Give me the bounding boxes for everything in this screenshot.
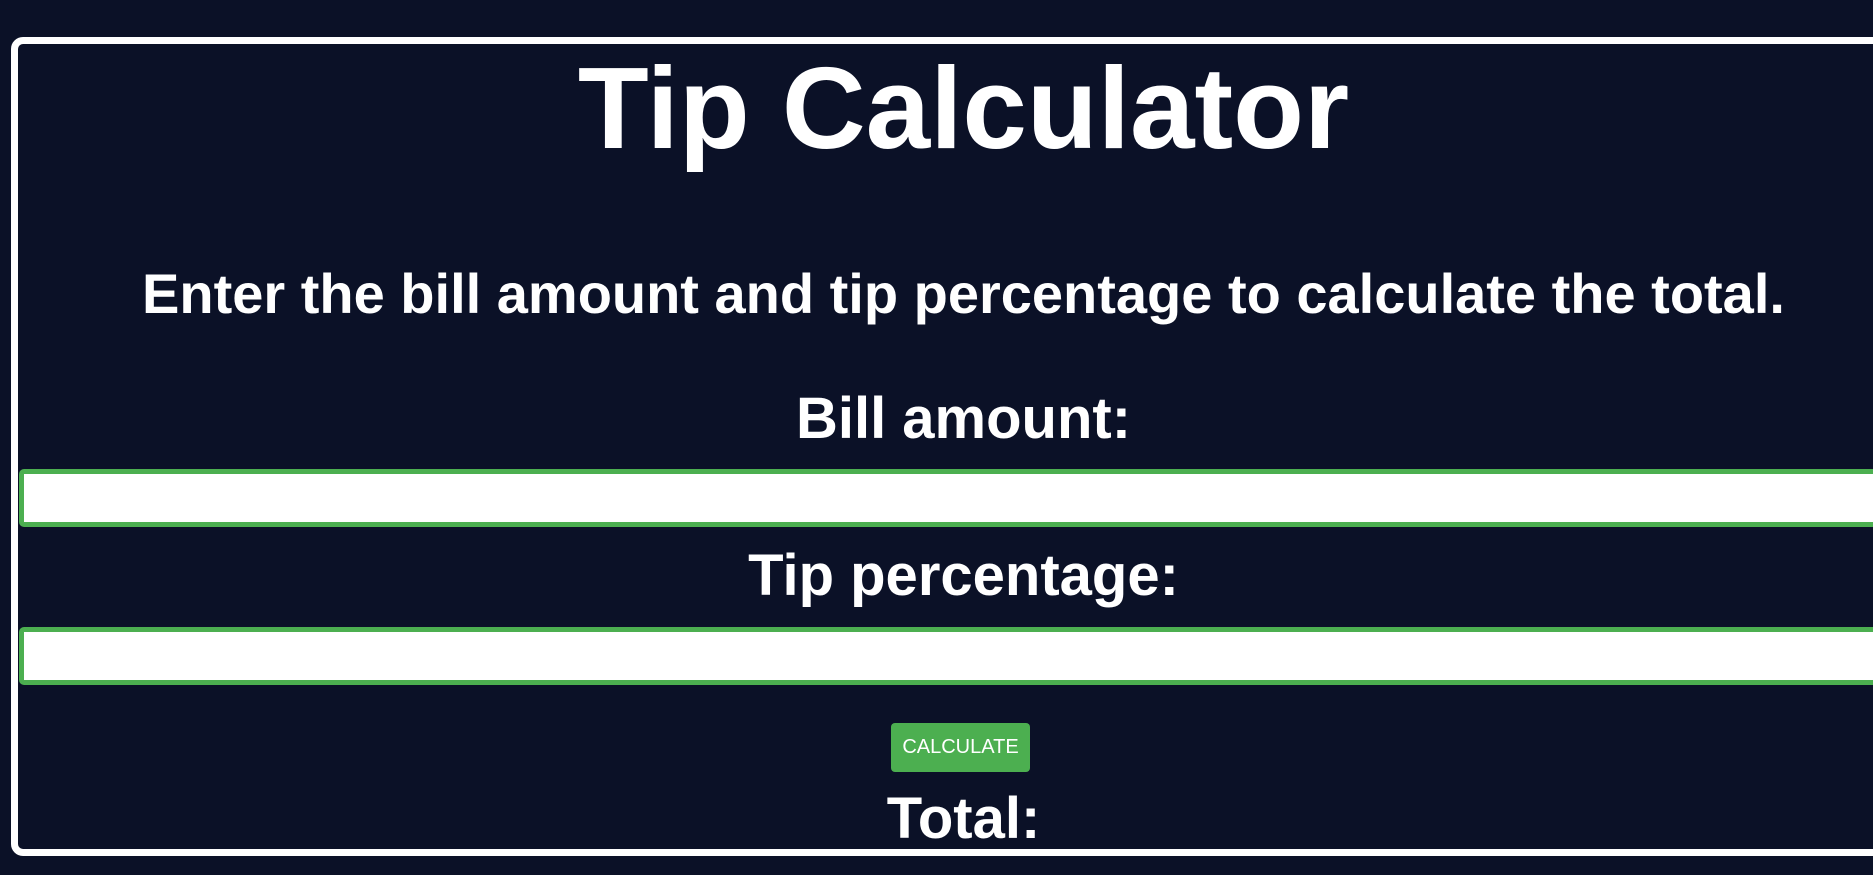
calculate-button[interactable]: CALCULATE [891, 723, 1030, 772]
tip-percentage-label: Tip percentage: [748, 543, 1179, 608]
tip-percentage-input[interactable] [19, 627, 1873, 685]
total-label: Total: [886, 786, 1041, 851]
instructions-text: Enter the bill amount and tip percentage… [142, 262, 1785, 325]
bill-amount-label: Bill amount: [795, 386, 1132, 451]
page-title: Tip Calculator [577, 43, 1350, 173]
bill-amount-input[interactable] [19, 469, 1873, 527]
